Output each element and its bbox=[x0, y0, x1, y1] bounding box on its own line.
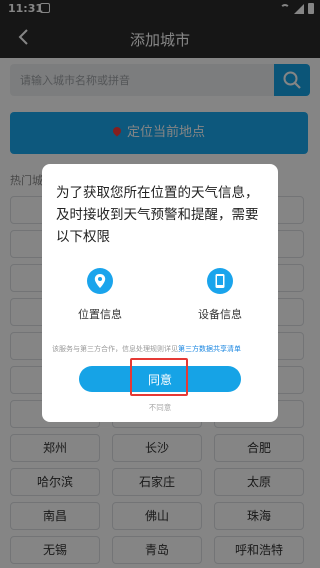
highlight-box bbox=[130, 358, 188, 396]
disagree-button[interactable]: 不同意 bbox=[42, 402, 278, 413]
dialog-message: 为了获取您所在位置的天气信息，及时接收到天气预警和提醒，需要以下权限 bbox=[56, 185, 259, 245]
perm-location: 位置信息 bbox=[60, 268, 140, 322]
privacy-notice: 该服务与第三方合作，信息处理规则详见第三方数据共享清单 bbox=[52, 344, 272, 354]
location-icon bbox=[87, 268, 113, 294]
notice-text: 该服务与第三方合作，信息处理规则详见 bbox=[52, 345, 178, 353]
device-icon bbox=[207, 268, 233, 294]
perm-device-label: 设备信息 bbox=[198, 308, 242, 321]
perm-device: 设备信息 bbox=[180, 268, 260, 322]
perm-location-label: 位置信息 bbox=[78, 308, 122, 321]
third-party-list-link[interactable]: 第三方数据共享清单 bbox=[178, 345, 241, 353]
permission-dialog: 为了获取您所在位置的天气信息，及时接收到天气预警和提醒，需要以下权限 位置信息 … bbox=[42, 164, 278, 422]
